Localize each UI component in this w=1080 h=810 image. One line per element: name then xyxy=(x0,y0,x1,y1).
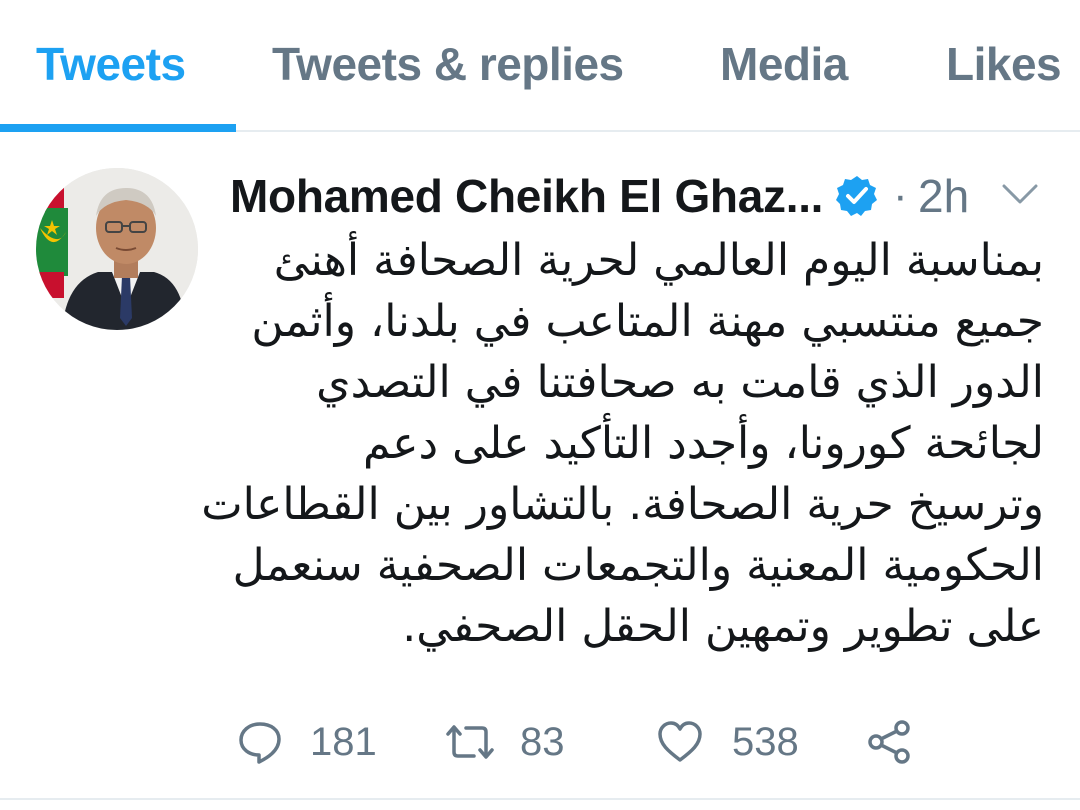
reply-count: 181 xyxy=(310,720,377,764)
tab-media[interactable]: Media xyxy=(720,36,848,92)
active-tab-indicator xyxy=(0,124,236,132)
author-name[interactable]: Mohamed Cheikh El Ghaz... xyxy=(230,170,823,222)
retweet-icon[interactable] xyxy=(442,718,498,766)
tab-likes[interactable]: Likes xyxy=(946,36,1062,92)
avatar[interactable] xyxy=(36,168,198,330)
reply-icon[interactable] xyxy=(236,718,284,766)
heart-icon[interactable] xyxy=(656,718,704,766)
avatar-image xyxy=(36,168,198,330)
tweet-text-line: لجائحة كورونا، وأجدد التأكيد على دعم xyxy=(362,418,1044,469)
tweet-text: بمناسبة اليوم العالمي لحرية الصحافة أهنئ… xyxy=(201,230,1044,657)
separator-dot: · xyxy=(893,171,908,220)
tab-tweets-and-replies[interactable]: Tweets & replies xyxy=(272,36,624,92)
profile-tabs: Tweets Tweets & replies Media Likes xyxy=(0,0,1080,132)
tab-tweets[interactable]: Tweets xyxy=(36,36,186,92)
tweet-text-line: على تطوير وتمهين الحقل الصحفي. xyxy=(402,601,1044,652)
like-count: 538 xyxy=(732,720,799,764)
tweet-text-line: الدور الذي قامت به صحافتنا في التصدي xyxy=(316,357,1044,408)
chevron-down-icon[interactable] xyxy=(1000,180,1040,208)
tweet-text-line: جميع منتسبي مهنة المتاعب في بلدنا، وأثمن xyxy=(251,296,1044,347)
tweet-timestamp[interactable]: 2h xyxy=(918,170,969,222)
verified-badge-icon xyxy=(836,176,877,216)
tweet-actions: 181 83 538 xyxy=(0,712,1080,772)
share-icon[interactable] xyxy=(866,718,914,766)
tweet-text-line: بمناسبة اليوم العالمي لحرية الصحافة أهنئ xyxy=(273,235,1044,286)
retweet-count: 83 xyxy=(520,720,565,764)
tweet[interactable]: Mohamed Cheikh El Ghaz... · 2h بمناسبة ا… xyxy=(0,132,1080,800)
tweet-text-line: وترسيخ حرية الصحافة. بالتشاور بين القطاع… xyxy=(201,479,1044,530)
tweet-text-line: الحكومية المعنية والتجمعات الصحفية سنعمل xyxy=(232,540,1044,591)
